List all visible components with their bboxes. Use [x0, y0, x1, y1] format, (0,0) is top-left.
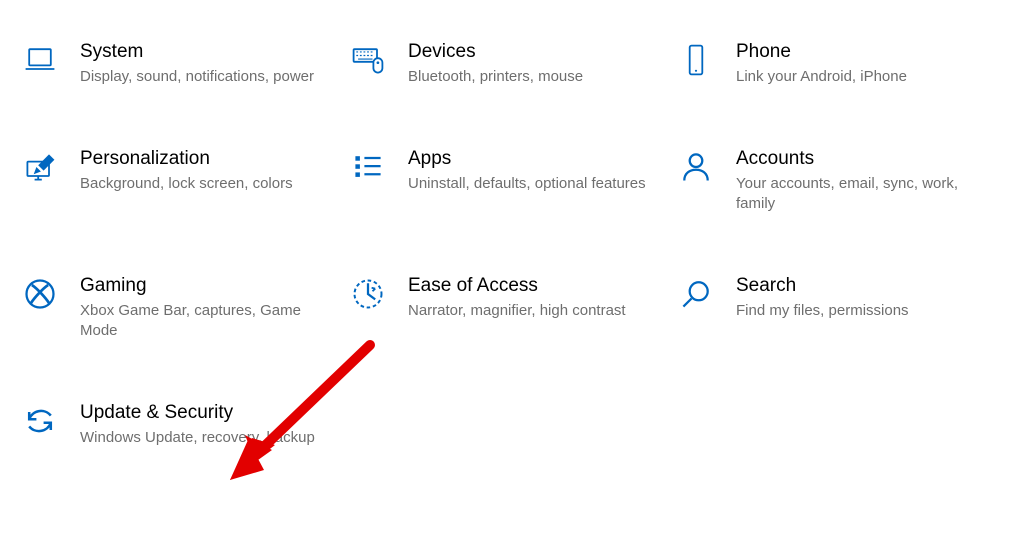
tile-desc: Find my files, permissions [736, 301, 909, 321]
person-icon [676, 147, 716, 187]
tile-title: Phone [736, 40, 907, 65]
tile-title: Gaming [80, 274, 328, 299]
tile-title: Devices [408, 40, 583, 65]
keyboard-mouse-icon [348, 40, 388, 80]
sync-icon [20, 401, 60, 441]
tile-system[interactable]: System Display, sound, notifications, po… [20, 40, 348, 87]
tile-phone[interactable]: Phone Link your Android, iPhone [676, 40, 1004, 87]
settings-grid: System Display, sound, notifications, po… [20, 40, 1004, 448]
tile-desc: Background, lock screen, colors [80, 174, 293, 194]
tile-title: Accounts [736, 147, 984, 172]
tile-desc: Uninstall, defaults, optional features [408, 174, 646, 194]
tile-title: Apps [408, 147, 646, 172]
tile-gaming[interactable]: Gaming Xbox Game Bar, captures, Game Mod… [20, 274, 348, 341]
tile-title: Personalization [80, 147, 293, 172]
tile-desc: Bluetooth, printers, mouse [408, 67, 583, 87]
tile-desc: Your accounts, email, sync, work, family [736, 174, 984, 215]
tile-desc: Xbox Game Bar, captures, Game Mode [80, 301, 328, 342]
tile-apps[interactable]: Apps Uninstall, defaults, optional featu… [348, 147, 676, 214]
paint-desktop-icon [20, 147, 60, 187]
tile-title: Search [736, 274, 909, 299]
tile-devices[interactable]: Devices Bluetooth, printers, mouse [348, 40, 676, 87]
tile-personalization[interactable]: Personalization Background, lock screen,… [20, 147, 348, 214]
tile-desc: Windows Update, recovery, backup [80, 428, 315, 448]
tile-desc: Narrator, magnifier, high contrast [408, 301, 626, 321]
tile-accounts[interactable]: Accounts Your accounts, email, sync, wor… [676, 147, 1004, 214]
tile-title: Update & Security [80, 401, 315, 426]
laptop-icon [20, 40, 60, 80]
tile-ease-of-access[interactable]: Ease of Access Narrator, magnifier, high… [348, 274, 676, 341]
tile-desc: Display, sound, notifications, power [80, 67, 314, 87]
ease-of-access-icon [348, 274, 388, 314]
apps-list-icon [348, 147, 388, 187]
xbox-icon [20, 274, 60, 314]
search-icon [676, 274, 716, 314]
tile-title: Ease of Access [408, 274, 626, 299]
tile-search[interactable]: Search Find my files, permissions [676, 274, 1004, 341]
tile-title: System [80, 40, 314, 65]
tile-desc: Link your Android, iPhone [736, 67, 907, 87]
tile-update-security[interactable]: Update & Security Windows Update, recove… [20, 401, 348, 448]
phone-icon [676, 40, 716, 80]
